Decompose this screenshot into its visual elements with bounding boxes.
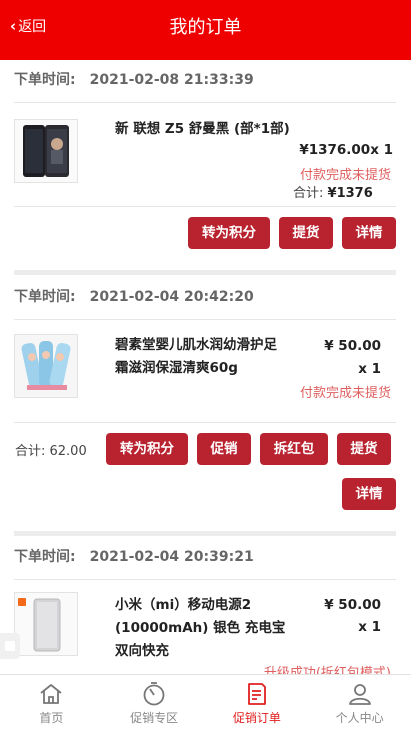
- order-time-value: 2021-02-08 21:33:39: [89, 72, 254, 88]
- order-time-row: 下单时间: 2021-02-04 20:42:20: [14, 277, 254, 317]
- red-packet-button[interactable]: 拆红包: [260, 433, 328, 465]
- pickup-button[interactable]: 提货: [279, 217, 333, 249]
- order-status: 升级成功(拆红包模式): [263, 666, 391, 674]
- product-name-line: 碧素堂婴儿肌水润幼滑护足: [115, 337, 277, 353]
- product-image-cream[interactable]: [14, 334, 78, 398]
- product-image-phone[interactable]: [14, 119, 78, 183]
- order-status: 付款完成未提货: [299, 386, 391, 401]
- divider: [14, 579, 396, 580]
- order-total: 合计: 62.00: [15, 444, 87, 459]
- details-button[interactable]: 详情: [342, 217, 396, 249]
- divider: [14, 206, 396, 207]
- product-name[interactable]: 小米（mi）移动电源2 (10000mAh) 银色 充电宝 双向快充: [115, 594, 300, 663]
- product-name-line: 双向快充: [115, 643, 169, 659]
- floating-handle[interactable]: [0, 633, 20, 659]
- header-bar: ‹ 返回 我的订单: [0, 0, 411, 60]
- order-time-label: 下单时间:: [14, 289, 76, 305]
- tab-label: 促销订单: [232, 711, 281, 725]
- product-qty: x 1: [358, 619, 381, 635]
- convert-points-button[interactable]: 转为积分: [188, 217, 270, 249]
- product-price: ¥ 50.00: [324, 597, 381, 613]
- order-time-row: 下单时间: 2021-02-04 20:39:21: [14, 537, 254, 577]
- order-total: 合计: ¥1376: [293, 182, 373, 201]
- product-name-line: 小米（mi）移动电源2: [115, 597, 252, 613]
- order-time-value: 2021-02-04 20:42:20: [89, 289, 254, 305]
- tab-label: 促销专区: [130, 711, 179, 725]
- order-time-label: 下单时间:: [14, 549, 76, 565]
- bottom-tab-bar: 首页 促销专区 促销订单 个人中心: [0, 674, 411, 732]
- tab-home[interactable]: 首页: [0, 675, 103, 732]
- home-icon: [40, 684, 62, 704]
- product-name-line: 霜滋润保湿清爽60g: [115, 360, 238, 376]
- details-button[interactable]: 详情: [342, 478, 396, 510]
- order-separator: [14, 270, 396, 275]
- order-list[interactable]: 下单时间: 2021-02-08 21:33:39 新 联想 Z5 舒曼黑 (部*…: [0, 60, 411, 674]
- order-time-row: 下单时间: 2021-02-08 21:33:39: [14, 60, 254, 100]
- pickup-button[interactable]: 提货: [337, 433, 391, 465]
- order-status: 付款完成未提货: [299, 168, 391, 183]
- product-name-line: (10000mAh) 银色 充电宝: [115, 620, 286, 636]
- tab-orders[interactable]: 促销订单: [206, 675, 309, 732]
- product-price: ¥1376.00x 1: [299, 142, 393, 158]
- tab-profile[interactable]: 个人中心: [308, 675, 411, 732]
- user-icon: [348, 684, 371, 705]
- divider: [14, 422, 396, 423]
- tab-label: 首页: [39, 711, 64, 725]
- product-image-powerbank[interactable]: [14, 592, 78, 656]
- product-name[interactable]: 碧素堂婴儿肌水润幼滑护足 霜滋润保湿清爽60g: [115, 334, 295, 380]
- promo-icon: [143, 682, 165, 706]
- divider: [14, 319, 396, 320]
- order-time-value: 2021-02-04 20:39:21: [89, 549, 254, 565]
- order-time-label: 下单时间:: [14, 72, 76, 88]
- promo-button[interactable]: 促销: [197, 433, 251, 465]
- product-qty: x 1: [358, 361, 381, 377]
- order-icon: [247, 683, 266, 705]
- tab-promo[interactable]: 促销专区: [103, 675, 206, 732]
- convert-points-button[interactable]: 转为积分: [106, 433, 188, 465]
- product-name[interactable]: 新 联想 Z5 舒曼黑 (部*1部): [115, 118, 290, 141]
- product-price: ¥ 50.00: [324, 338, 381, 354]
- total-label: 合计:: [293, 186, 324, 201]
- divider: [14, 102, 396, 103]
- order-separator: [14, 531, 396, 536]
- page-title: 我的订单: [169, 17, 242, 38]
- tab-label: 个人中心: [335, 711, 384, 725]
- total-value: ¥1376: [327, 186, 373, 201]
